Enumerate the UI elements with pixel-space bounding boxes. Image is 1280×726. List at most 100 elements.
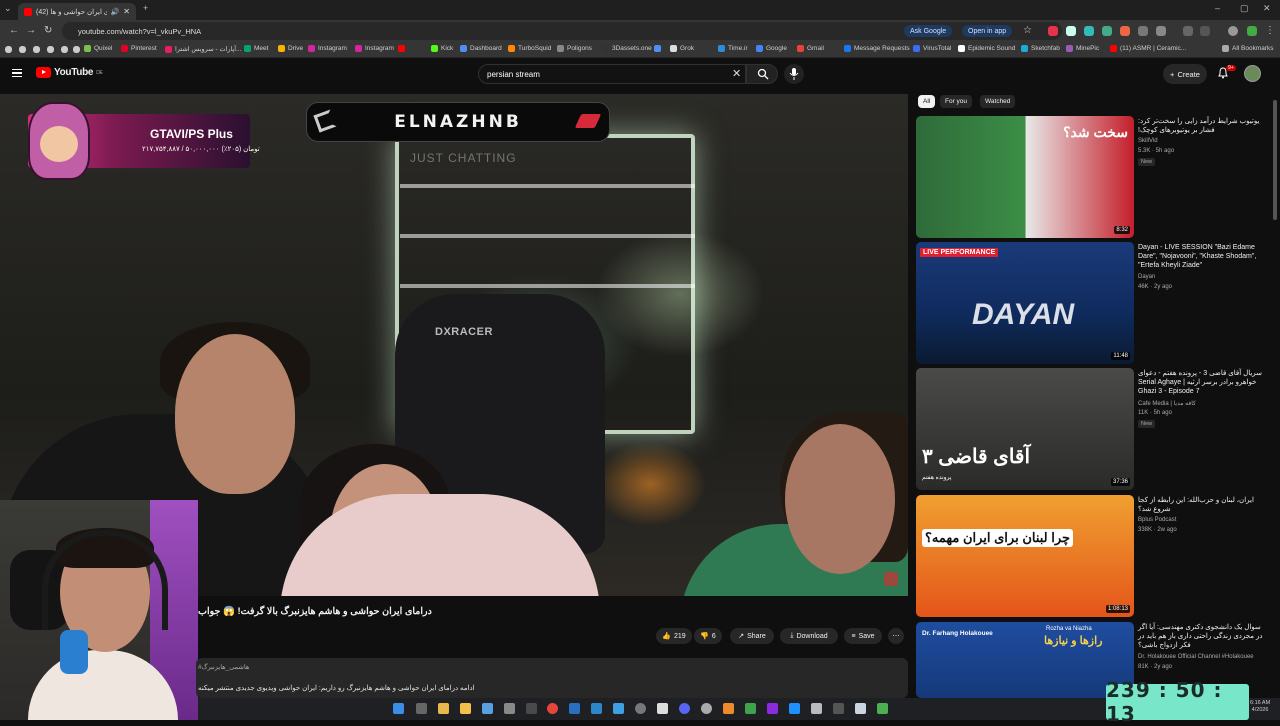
- dislike-button[interactable]: 👎 6: [694, 628, 722, 644]
- extension-icon-4[interactable]: [1102, 26, 1112, 36]
- related-channel[interactable]: Cafe Media | کافه مدیا: [1138, 400, 1196, 407]
- taskbar-app-icon[interactable]: [526, 703, 537, 714]
- bookmark-item[interactable]: [398, 45, 408, 52]
- taskbar-app-icon[interactable]: [613, 703, 624, 714]
- bookmark-item[interactable]: Poligons: [557, 45, 592, 52]
- tab-audio-icon[interactable]: 🔊: [111, 8, 120, 16]
- extension-icon-6[interactable]: [1138, 26, 1148, 36]
- account-avatar[interactable]: [1244, 65, 1261, 82]
- search-taskbar-icon[interactable]: [460, 703, 471, 714]
- description-hashtag[interactable]: #هاشمی_هایزنبرگ: [198, 663, 249, 671]
- download-icon[interactable]: [1200, 26, 1210, 36]
- taskbar-app-icon[interactable]: [701, 703, 712, 714]
- tab-search-icon[interactable]: ⌄: [4, 3, 12, 14]
- bookmark-item[interactable]: MinePic: [1066, 45, 1099, 52]
- related-video-title[interactable]: سوال یک دانشجوی دکتری مهندسی: آیا اگر در…: [1138, 623, 1268, 650]
- notepad-icon[interactable]: [657, 703, 668, 714]
- bookmark-item[interactable]: Sketchfab: [1021, 45, 1060, 52]
- bookmark-item[interactable]: Quixel: [84, 45, 112, 52]
- create-button[interactable]: + Create: [1163, 64, 1207, 84]
- bookmark-item[interactable]: Google: [756, 45, 787, 52]
- bookmark-folder-icon[interactable]: [19, 46, 26, 53]
- bookmark-item[interactable]: Drive: [278, 45, 303, 52]
- extension-icon-5[interactable]: [1120, 26, 1130, 36]
- bookmark-item[interactable]: Instagram: [355, 45, 394, 52]
- bookmark-item[interactable]: [654, 45, 664, 52]
- tab-close-icon[interactable]: ✕: [123, 7, 130, 16]
- related-video-title[interactable]: Dayan - LIVE SESSION "Bazi Edame Dare", …: [1138, 243, 1268, 270]
- save-button[interactable]: ≡ Save: [844, 628, 882, 644]
- obs-icon[interactable]: [635, 703, 646, 714]
- taskbar-app-icon[interactable]: [855, 703, 866, 714]
- related-channel[interactable]: Dr. Holakouee Official Channel #Holakoue…: [1138, 654, 1254, 660]
- bookmark-item[interactable]: Meet: [244, 45, 268, 52]
- chrome-icon[interactable]: [547, 703, 558, 714]
- bookmark-item[interactable]: Grok: [670, 45, 694, 52]
- bookmark-star-icon[interactable]: ☆: [1023, 25, 1032, 36]
- bookmark-item[interactable]: Instagram: [308, 45, 347, 52]
- sidebar-icon[interactable]: [1183, 26, 1193, 36]
- filter-chip-for-you[interactable]: For you: [940, 95, 973, 108]
- page-scrollbar[interactable]: [1273, 100, 1277, 220]
- related-channel[interactable]: Dayan: [1138, 274, 1155, 280]
- extension-icon-3[interactable]: [1084, 26, 1094, 36]
- start-icon[interactable]: [393, 703, 404, 714]
- close-window-icon[interactable]: ✕: [1263, 3, 1271, 14]
- bookmark-folder-icon[interactable]: [73, 46, 80, 53]
- browser-tab-active[interactable]: درامای ایران حواشی و ها (42) 🔊 ✕: [18, 3, 136, 20]
- related-video-title[interactable]: ایران، لبنان و حزب‌الله: این رابطه از کج…: [1138, 496, 1268, 514]
- related-thumbnail[interactable]: چرا لبنان برای ایران مهمه؟ 1:08:13: [916, 495, 1134, 617]
- maximize-icon[interactable]: ▢: [1240, 3, 1249, 14]
- youtube-logo[interactable]: YouTube DE: [36, 67, 103, 78]
- description-box[interactable]: [196, 658, 908, 698]
- minimize-icon[interactable]: –: [1215, 3, 1220, 13]
- more-actions-button[interactable]: ⋯: [888, 628, 904, 644]
- taskbar-app-icon[interactable]: [833, 703, 844, 714]
- bookmark-item[interactable]: TurboSquid: [508, 45, 551, 52]
- bookmark-item[interactable]: Dashboard: [460, 45, 502, 52]
- taskbar-app-icon[interactable]: [482, 703, 493, 714]
- taskbar-app-icon[interactable]: [416, 703, 427, 714]
- ask-google-button[interactable]: Ask Google: [904, 25, 953, 37]
- related-thumbnail[interactable]: Dr. Farhang Holakouee Rozha va Niazha را…: [916, 622, 1134, 698]
- extensions-puzzle-icon[interactable]: [1156, 26, 1166, 36]
- related-video-title[interactable]: یوتیوب شرایط درآمد زایی را سخت‌تر کرد: ف…: [1138, 117, 1268, 135]
- bookmark-item[interactable]: Pinterest: [121, 45, 157, 52]
- all-bookmarks-button[interactable]: All Bookmarks: [1222, 45, 1274, 52]
- bookmark-folder-icon[interactable]: [47, 46, 54, 53]
- bookmark-item[interactable]: Gmail: [797, 45, 824, 52]
- taskbar-app-icon[interactable]: [811, 703, 822, 714]
- rider-icon[interactable]: [767, 703, 778, 714]
- share-button[interactable]: ↗ Share: [730, 628, 774, 644]
- settings-gear-icon[interactable]: [504, 703, 515, 714]
- voice-search-button[interactable]: [784, 64, 804, 84]
- bookmark-item[interactable]: VirusTotal: [913, 45, 951, 52]
- taskbar-app-icon[interactable]: [745, 703, 756, 714]
- back-icon[interactable]: ←: [9, 25, 19, 36]
- blender-icon[interactable]: [723, 703, 734, 714]
- bookmark-item[interactable]: Epidemic Sound: [958, 45, 1015, 52]
- taskbar-app-icon[interactable]: [877, 703, 888, 714]
- open-in-app-button[interactable]: Open in app: [962, 25, 1013, 37]
- taskbar-app-icon[interactable]: [569, 703, 580, 714]
- related-channel[interactable]: Bplus Podcast: [1138, 517, 1176, 523]
- filter-chip-all[interactable]: All: [918, 95, 936, 108]
- channel-watermark-icon[interactable]: [884, 572, 898, 586]
- related-video-title[interactable]: سریال آقای قاضی 3 - پرونده هفتم - دعوای …: [1138, 369, 1268, 396]
- related-channel[interactable]: SkillVid: [1138, 138, 1158, 144]
- reload-icon[interactable]: ↻: [44, 25, 52, 36]
- file-explorer-icon[interactable]: [438, 703, 449, 714]
- bookmark-item[interactable]: Message Requests: [844, 45, 910, 52]
- new-tab-icon[interactable]: +: [143, 3, 148, 13]
- discord-icon[interactable]: [679, 703, 690, 714]
- bookmark-item[interactable]: Time.ir: [718, 45, 748, 52]
- related-thumbnail[interactable]: سخت شد؟ 8:32: [916, 116, 1134, 238]
- steam-icon[interactable]: [591, 703, 602, 714]
- bookmark-item[interactable]: (11) ASMR | Ceramic...: [1110, 45, 1186, 52]
- filter-chip-watched[interactable]: Watched: [980, 95, 1016, 108]
- system-clock[interactable]: 6:16 AM 4/2026: [1250, 700, 1270, 714]
- download-button[interactable]: ⤓ Download: [780, 628, 838, 644]
- hamburger-menu-icon[interactable]: [12, 69, 22, 77]
- clear-search-icon[interactable]: ✕: [732, 67, 741, 80]
- like-button[interactable]: 👍 219: [656, 628, 692, 644]
